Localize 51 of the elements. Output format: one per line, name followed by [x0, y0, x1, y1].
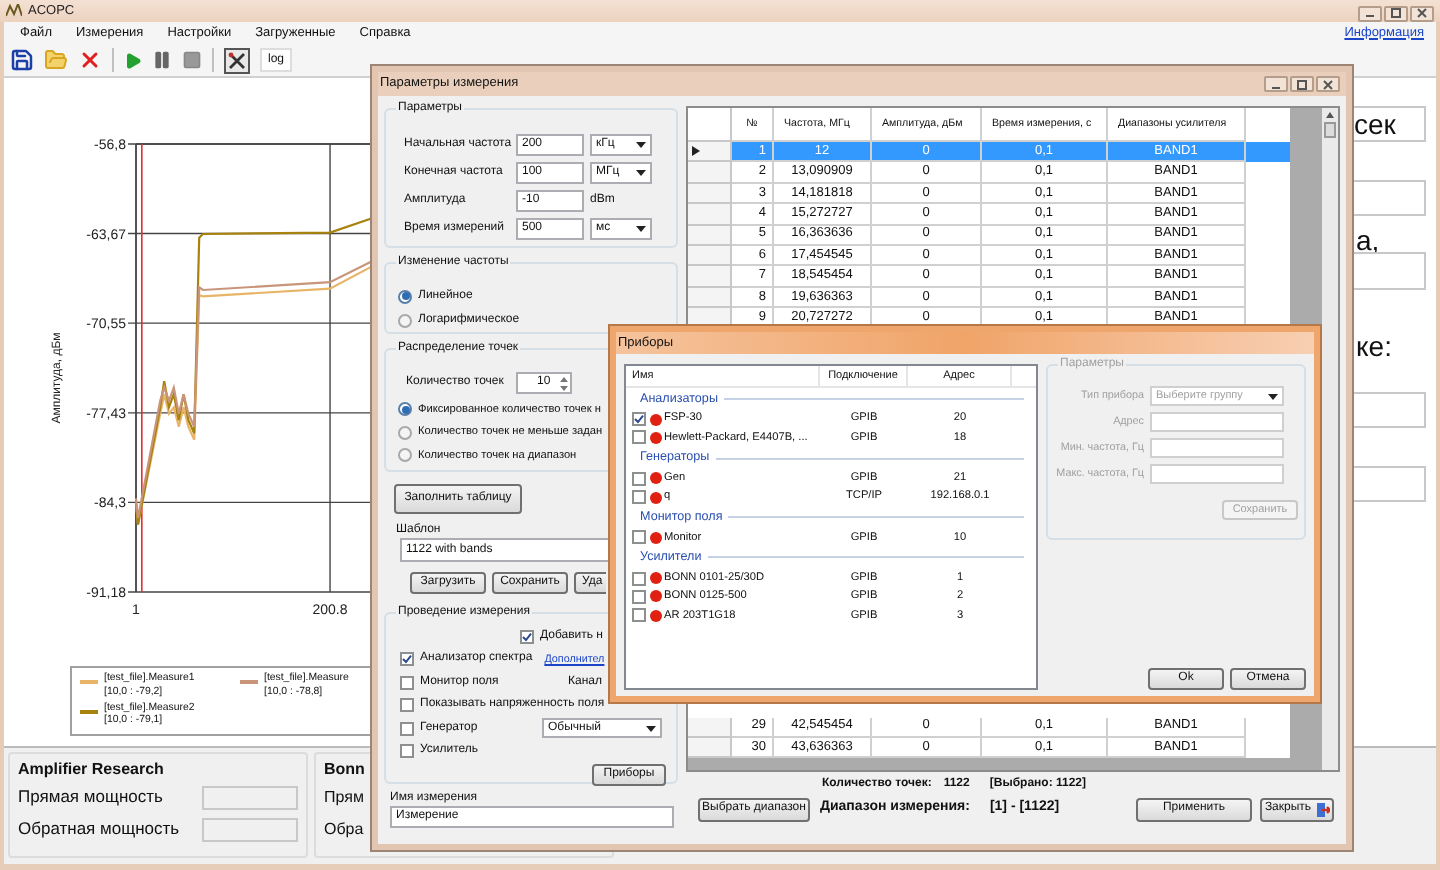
- checkbox[interactable]: [632, 412, 646, 427]
- stop-icon[interactable]: [182, 50, 202, 70]
- app-icon: [6, 4, 22, 18]
- field-label: ке:: [1354, 332, 1392, 364]
- checkbox[interactable]: [632, 608, 646, 623]
- field-label: Прям: [324, 785, 364, 809]
- tools-icon[interactable]: [224, 47, 250, 73]
- radio-button[interactable]: [398, 448, 412, 463]
- scroll-up-icon[interactable]: [1326, 112, 1334, 118]
- power-field: [202, 817, 298, 841]
- caret-icon[interactable]: [636, 141, 646, 147]
- pause-icon[interactable]: [152, 50, 172, 70]
- checkbox[interactable]: [400, 675, 414, 690]
- minimize-icon[interactable]: [1264, 76, 1288, 92]
- panel-title: Bonn: [324, 758, 365, 780]
- power-field: [202, 785, 298, 809]
- checkbox[interactable]: [632, 589, 646, 604]
- checkbox[interactable]: [632, 530, 646, 545]
- exit-icon: [1315, 801, 1330, 817]
- maximize-icon[interactable]: [1290, 76, 1314, 92]
- checkbox[interactable]: [632, 471, 646, 486]
- checkbox[interactable]: [400, 698, 414, 713]
- field-label: Прямая мощность: [18, 784, 163, 810]
- save-icon[interactable]: [10, 48, 34, 72]
- field-label: а,: [1354, 226, 1380, 250]
- checkbox[interactable]: [400, 744, 414, 759]
- radio-button[interactable]: [398, 402, 412, 417]
- close-icon[interactable]: [78, 48, 102, 72]
- radio-button[interactable]: [398, 289, 412, 303]
- spinner-arrows-icon[interactable]: [559, 376, 568, 392]
- maximize-icon[interactable]: [1384, 5, 1408, 21]
- checkbox[interactable]: [400, 652, 414, 667]
- radio-button[interactable]: [398, 425, 412, 440]
- minimize-icon[interactable]: [1358, 5, 1382, 21]
- checkbox[interactable]: [632, 430, 646, 445]
- close-icon[interactable]: [1316, 76, 1340, 92]
- radio-button[interactable]: [398, 313, 412, 327]
- checkbox[interactable]: [632, 490, 646, 505]
- caret-icon[interactable]: [646, 725, 656, 732]
- panel-title: Amplifier Research: [18, 758, 164, 780]
- field-label: Обра: [324, 817, 364, 841]
- checkbox[interactable]: [520, 630, 534, 644]
- close-icon[interactable]: [1410, 5, 1434, 21]
- play-icon[interactable]: [124, 51, 142, 69]
- row-pointer-icon: [692, 146, 700, 157]
- checkbox[interactable]: [400, 721, 414, 736]
- caret-icon[interactable]: [636, 225, 646, 231]
- checkbox[interactable]: [632, 571, 646, 586]
- scroll-thumb[interactable]: [1324, 122, 1336, 138]
- caret-icon[interactable]: [636, 169, 646, 175]
- field-label: Обратная мощность: [18, 816, 180, 842]
